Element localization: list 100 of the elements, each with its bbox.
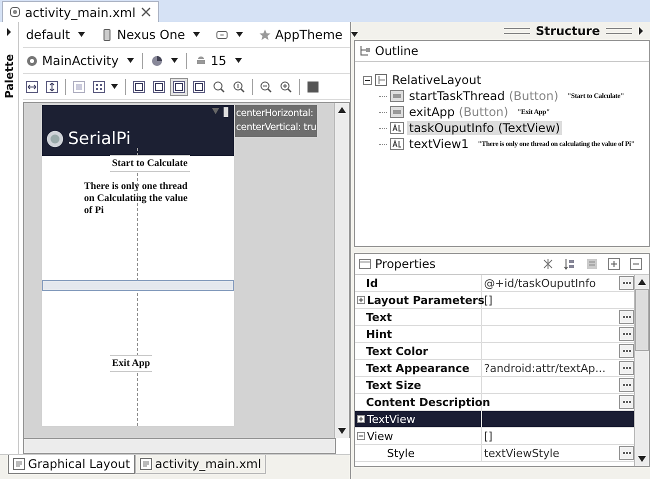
status-icon <box>212 107 230 118</box>
ellipsis-icon <box>622 400 632 404</box>
scroll-up-icon[interactable] <box>338 107 346 113</box>
ellipsis-button[interactable] <box>619 395 634 409</box>
expand-toggle-icon[interactable] <box>357 296 365 304</box>
layout-icon <box>375 74 387 86</box>
app-title: SerialPi <box>68 130 131 148</box>
expand-toggle-icon[interactable] <box>357 415 365 423</box>
property-name: Style <box>386 446 415 460</box>
frame-icon <box>153 80 165 92</box>
margins-icon <box>73 80 85 92</box>
button-widget-icon <box>390 106 404 118</box>
caret-icon <box>111 84 118 89</box>
property-name: Text <box>365 310 392 324</box>
property-row[interactable]: Text <box>355 309 634 326</box>
square-icon <box>307 80 319 92</box>
property-name: Text Color <box>365 344 428 358</box>
caret-icon <box>350 32 358 37</box>
property-name: Id <box>365 276 378 290</box>
activity-dropdown[interactable]: MainActivity <box>23 53 137 68</box>
property-row[interactable]: Text Color <box>355 343 634 360</box>
frame-icon <box>173 80 185 92</box>
activity-icon <box>26 54 38 66</box>
scroll-thumb[interactable] <box>635 289 649 351</box>
plus-icon <box>608 258 620 270</box>
list-icon <box>586 258 598 270</box>
property-row[interactable]: TextView <box>355 411 634 428</box>
document-icon <box>13 458 25 470</box>
scroll-down-icon[interactable] <box>338 428 346 434</box>
theme-dropdown[interactable]: AppTheme <box>256 27 361 42</box>
outline-icon <box>359 45 371 57</box>
expand-all-button[interactable] <box>605 255 623 273</box>
device-dropdown[interactable]: Nexus One <box>98 27 204 42</box>
tree-item[interactable]: RelativeLayout <box>390 73 484 87</box>
star-icon <box>259 28 272 40</box>
button-widget-icon <box>390 90 404 102</box>
scroll-up-icon[interactable] <box>638 279 646 285</box>
app-icon <box>46 130 64 148</box>
ellipsis-icon <box>622 383 632 387</box>
property-name: Layout Parameters <box>367 294 484 306</box>
editor-mode-tab[interactable]: Graphical Layout <box>8 455 136 474</box>
ellipsis-button[interactable] <box>619 344 634 358</box>
property-name: View <box>367 430 394 442</box>
outline-title: Outline <box>375 44 418 58</box>
ellipsis-button[interactable] <box>619 361 634 375</box>
property-row[interactable]: View [] <box>355 428 634 445</box>
magnifier-icon <box>233 80 245 92</box>
ellipsis-button[interactable] <box>619 276 634 290</box>
ellipsis-icon <box>622 366 632 370</box>
property-row[interactable]: Text Appearance ?android:attr/textAp... <box>355 360 634 377</box>
document-icon <box>140 458 152 470</box>
horizontal-scrollbar[interactable] <box>23 438 336 454</box>
property-row[interactable]: Style textViewStyle <box>355 445 634 462</box>
properties-title: Properties <box>375 257 436 271</box>
property-name: Text Size <box>365 378 422 392</box>
property-row[interactable]: Id @+id/taskOuputInfo <box>355 275 634 292</box>
expand-arrow-icon[interactable] <box>638 27 644 35</box>
info-text: There is only one thread on Calculating the value of Pi <box>84 181 189 217</box>
close-icon[interactable] <box>140 6 152 18</box>
vertical-scrollbar[interactable] <box>634 275 649 466</box>
asterisk-icon <box>542 258 554 270</box>
ellipsis-button[interactable] <box>619 310 634 324</box>
expand-toggle-icon[interactable] <box>357 432 365 440</box>
tree-item[interactable]: textView1 <box>407 137 471 151</box>
api-level-dropdown[interactable]: 15 <box>192 53 244 68</box>
expand-arrow-icon[interactable] <box>6 28 12 36</box>
scroll-down-icon[interactable] <box>638 456 646 462</box>
ellipsis-icon <box>622 349 632 353</box>
property-row[interactable]: Layout Parameters[] <box>355 292 634 309</box>
structure-title: Structure <box>536 24 600 38</box>
phone-icon <box>100 28 113 40</box>
tree-item[interactable]: exitApp (Button) <box>407 105 510 119</box>
caret-icon <box>193 32 200 37</box>
ellipsis-button[interactable] <box>619 378 634 392</box>
tree-item[interactable]: taskOuputInfo (TextView) <box>407 121 562 135</box>
editor-tab-title: activity_main.xml <box>25 4 136 20</box>
property-row[interactable]: Text Size <box>355 377 634 394</box>
editor-mode-tab[interactable]: activity_main.xml <box>135 455 266 474</box>
vertical-arrows-icon <box>46 80 58 92</box>
ellipsis-button[interactable] <box>619 446 634 460</box>
xml-file-icon <box>9 6 21 18</box>
vertical-scrollbar[interactable] <box>334 103 349 438</box>
collapse-all-button[interactable] <box>627 255 645 273</box>
property-row[interactable]: Hint <box>355 326 634 343</box>
caret-icon <box>170 58 178 63</box>
screen-icon <box>216 28 228 40</box>
view-toggle-button[interactable] <box>170 78 188 96</box>
property-name: Text Appearance <box>365 362 470 374</box>
property-name: Content Description <box>365 396 490 408</box>
minus-icon <box>630 258 642 270</box>
editor-tab[interactable]: activity_main.xml <box>2 1 159 22</box>
ellipsis-button[interactable] <box>619 327 634 341</box>
config-dropdown[interactable]: default <box>23 27 88 42</box>
exit-app-button[interactable]: Exit App <box>110 355 152 372</box>
caret-icon <box>234 58 242 63</box>
ellipsis-icon <box>622 451 632 455</box>
tree-item[interactable]: startTaskThread (Button) <box>407 89 560 103</box>
palette-label[interactable]: Palette <box>2 54 16 98</box>
start-calculate-button[interactable]: Start to Calculate <box>110 155 190 172</box>
tree-toggle-icon[interactable] <box>363 76 372 84</box>
